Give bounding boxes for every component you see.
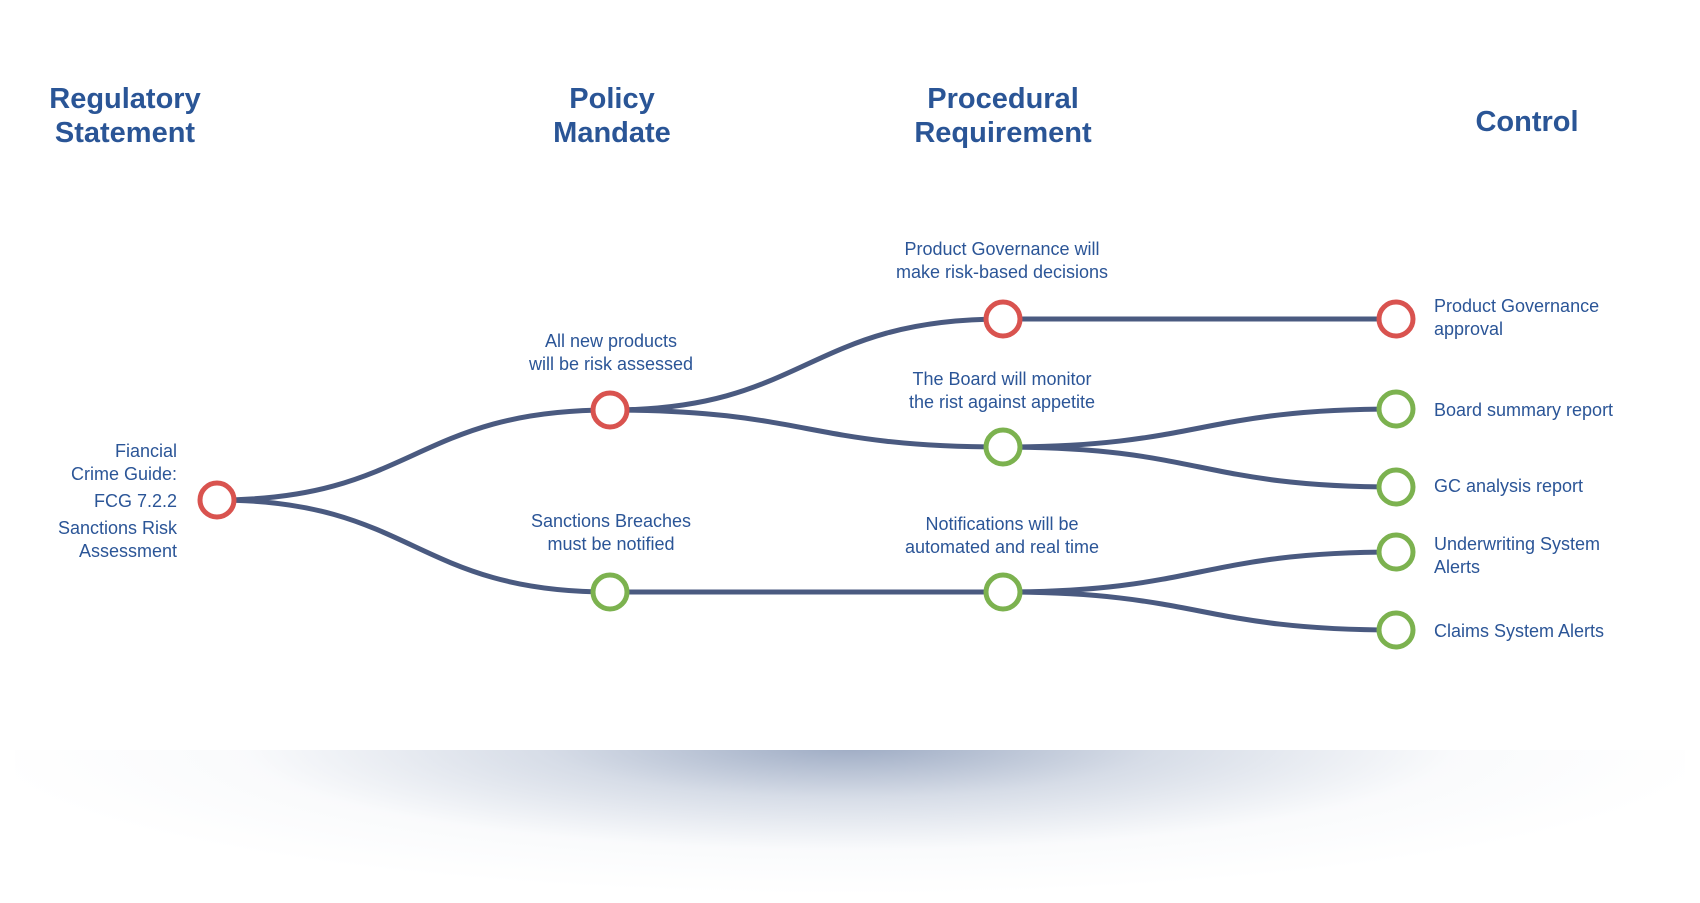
node-ctrl-pg-approval-red-circle bbox=[1376, 299, 1416, 339]
label-line: make risk-based decisions bbox=[895, 262, 1109, 282]
node-label-reg: Fiancial Crime Guide: FCG 7.2.2 Sanction… bbox=[0, 440, 177, 563]
link-pol_new_products-to-proc_board bbox=[609, 407, 1004, 450]
label-line: Notifications will be bbox=[925, 514, 1079, 534]
label-line: Crime Guide: bbox=[70, 464, 177, 484]
label-line: The Board will monitor bbox=[912, 369, 1092, 389]
label-line: Assessment bbox=[78, 541, 177, 561]
node-label-pol-new-products: All new products will be risk assessed bbox=[461, 330, 761, 376]
label-line: will be risk assessed bbox=[528, 354, 694, 374]
label-line: approval bbox=[1434, 319, 1504, 339]
label-line: automated and real time bbox=[904, 537, 1100, 557]
link-proc_board-to-ctrl_gc_analysis bbox=[1002, 444, 1397, 490]
node-ctrl-claims-green-circle bbox=[1376, 610, 1416, 650]
link-proc_board-to-ctrl_board_summary bbox=[1002, 406, 1397, 450]
node-pol-new-products-red-circle bbox=[590, 390, 630, 430]
node-pol-sanctions-green-circle bbox=[590, 572, 630, 612]
node-label-ctrl-claims: Claims System Alerts bbox=[1434, 620, 1694, 643]
node-ctrl-board-summary-green-circle bbox=[1376, 389, 1416, 429]
node-ctrl-gc-analysis-green-circle bbox=[1376, 467, 1416, 507]
node-label-proc-board: The Board will monitor the rist against … bbox=[852, 368, 1152, 414]
node-label-ctrl-underwriting: Underwriting System Alerts bbox=[1434, 533, 1694, 579]
label-line: GC analysis report bbox=[1434, 476, 1584, 496]
node-label-proc-governance: Product Governance will make risk-based … bbox=[852, 238, 1152, 284]
label-line: Product Governance will bbox=[904, 239, 1100, 259]
link-proc_notifications-to-ctrl_claims bbox=[1002, 589, 1397, 633]
label-line: Sanctions Breaches bbox=[530, 511, 692, 531]
node-reg-red-circle bbox=[197, 480, 237, 520]
node-proc-governance-red-circle bbox=[983, 299, 1023, 339]
node-label-ctrl-gc-analysis: GC analysis report bbox=[1434, 475, 1694, 498]
node-proc-board-green-circle bbox=[983, 427, 1023, 467]
diagram-card: Regulatory Statement Policy Mandate Proc… bbox=[0, 0, 1700, 750]
label-line: Alerts bbox=[1434, 557, 1481, 577]
node-label-ctrl-board-summary: Board summary report bbox=[1434, 399, 1694, 422]
label-line: Sanctions Risk bbox=[57, 518, 177, 538]
card-shadow bbox=[15, 745, 1685, 895]
node-ctrl-underwriting-green-circle bbox=[1376, 532, 1416, 572]
label-line: FCG 7.2.2 bbox=[93, 491, 177, 511]
node-label-pol-sanctions: Sanctions Breaches must be notified bbox=[461, 510, 761, 556]
node-proc-notifications-green-circle bbox=[983, 572, 1023, 612]
label-line: must be notified bbox=[547, 534, 675, 554]
label-line: Board summary report bbox=[1434, 400, 1614, 420]
label-line: the rist against appetite bbox=[908, 392, 1096, 412]
label-line: Fiancial bbox=[114, 441, 177, 461]
label-line: Product Governance bbox=[1434, 296, 1600, 316]
label-line: Claims System Alerts bbox=[1434, 621, 1605, 641]
node-label-proc-notifications: Notifications will be automated and real… bbox=[852, 513, 1152, 559]
node-label-ctrl-pg-approval: Product Governance approval bbox=[1434, 295, 1694, 341]
label-line: Underwriting System bbox=[1434, 534, 1601, 554]
label-line: All new products bbox=[544, 331, 678, 351]
link-reg-to-pol_new_products bbox=[216, 407, 611, 503]
